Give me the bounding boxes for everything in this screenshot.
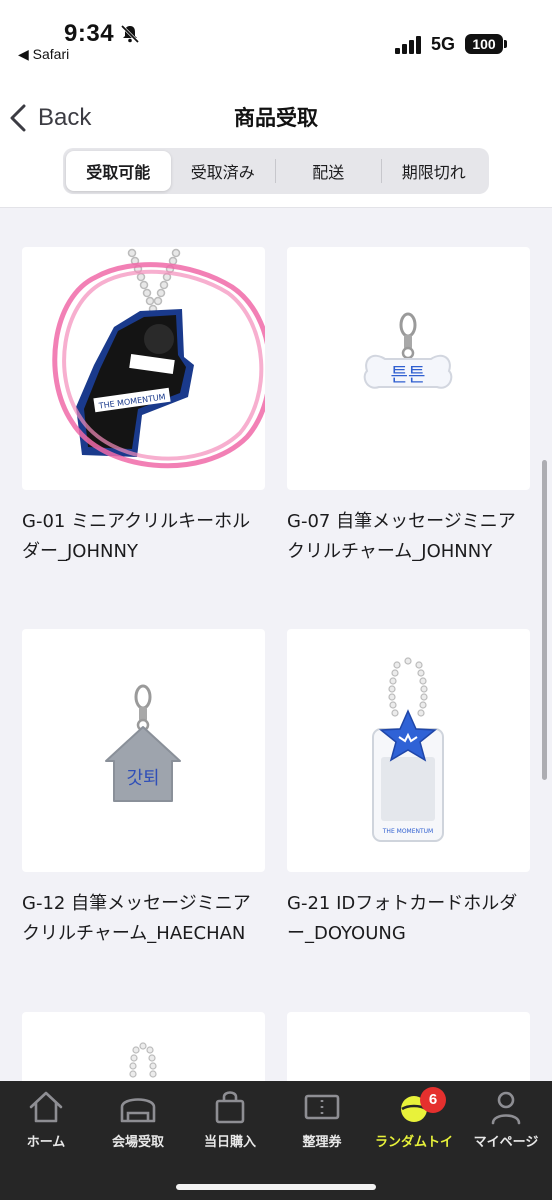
tab-label: ランダムトイ (374, 1135, 453, 1150)
segment-receivable[interactable]: 受取可能 (66, 151, 171, 191)
acrylic-keyholder-image: THE MOMENTUM (52, 248, 265, 469)
svg-text:THE MOMENTUM: THE MOMENTUM (382, 828, 433, 835)
segment-received[interactable]: 受取済み (171, 151, 276, 191)
back-to-app-link[interactable]: ◀ Safari (18, 46, 69, 63)
status-bar: 9:34 ◀ Safari 5G 100 (0, 0, 552, 80)
bone-charm-image: 튼튼 (363, 312, 453, 389)
product-image-charm-johnny[interactable]: 튼튼 (287, 247, 530, 490)
tab-label: 当日購入 (203, 1135, 256, 1150)
bottom-tab-bar: ホーム 会場受取 当日購入 整理券 6 ランダムトイ マイページ (0, 1081, 552, 1200)
product-title[interactable]: G-21 IDフォトカードホルダー_DOYOUNG (287, 889, 527, 949)
house-charm-image: 갓퇴 (105, 684, 181, 802)
battery-icon: 100 (465, 34, 503, 54)
venue-icon (120, 1098, 156, 1123)
ticket-icon (304, 1094, 340, 1120)
notification-badge: 6 (420, 1087, 446, 1113)
product-title[interactable]: G-12 自筆メッセージミニアクリルチャーム_HAECHAN (22, 889, 262, 949)
segment-shipping[interactable]: 配送 (276, 151, 381, 191)
bell-muted-icon (120, 24, 140, 44)
svg-text:갓퇴: 갓퇴 (126, 768, 159, 789)
signal-icon (395, 36, 421, 54)
product-image-charm-haechan[interactable]: 갓퇴 (22, 629, 265, 872)
status-time: 9:34 (64, 20, 115, 47)
tab-label: ホーム (26, 1135, 66, 1150)
tab-random-toy[interactable]: 6 ランダムトイ (368, 1087, 460, 1200)
product-title[interactable]: G-07 自筆メッセージミニアクリルチャーム_JOHNNY (287, 507, 527, 567)
tab-venue-pickup[interactable]: 会場受取 (92, 1087, 184, 1200)
svg-text:튼튼: 튼튼 (391, 364, 426, 386)
tab-label: マイページ (473, 1135, 539, 1150)
scroll-indicator[interactable] (542, 460, 547, 780)
tab-label: 整理券 (302, 1135, 342, 1150)
tab-my-page[interactable]: マイページ (460, 1087, 552, 1200)
navigation-bar: Back 商品受取 (0, 80, 552, 152)
person-icon (491, 1091, 521, 1125)
product-image-photocard-holder-doyoung[interactable]: THE MOMENTUM (287, 629, 530, 872)
photocard-holder-image: THE MOMENTUM (372, 657, 444, 842)
product-title[interactable]: G-01 ミニアクリルキーホルダー_JOHNNY (22, 507, 262, 567)
product-image-keyholder-johnny[interactable]: THE MOMENTUM (22, 247, 265, 490)
shopping-bag-icon (215, 1091, 245, 1124)
segment-expired[interactable]: 期限切れ (382, 151, 487, 191)
tab-home[interactable]: ホーム (0, 1087, 92, 1200)
page-title: 商品受取 (234, 106, 318, 130)
home-icon (29, 1091, 63, 1123)
status-segmented-control: 受取可能 受取済み 配送 期限切れ (63, 148, 489, 194)
tab-label: 会場受取 (111, 1135, 164, 1150)
battery-nub (504, 40, 507, 48)
network-label: 5G (431, 34, 456, 54)
segment-area: 受取可能 受取済み 配送 期限切れ (0, 148, 552, 208)
home-indicator[interactable] (176, 1184, 376, 1190)
